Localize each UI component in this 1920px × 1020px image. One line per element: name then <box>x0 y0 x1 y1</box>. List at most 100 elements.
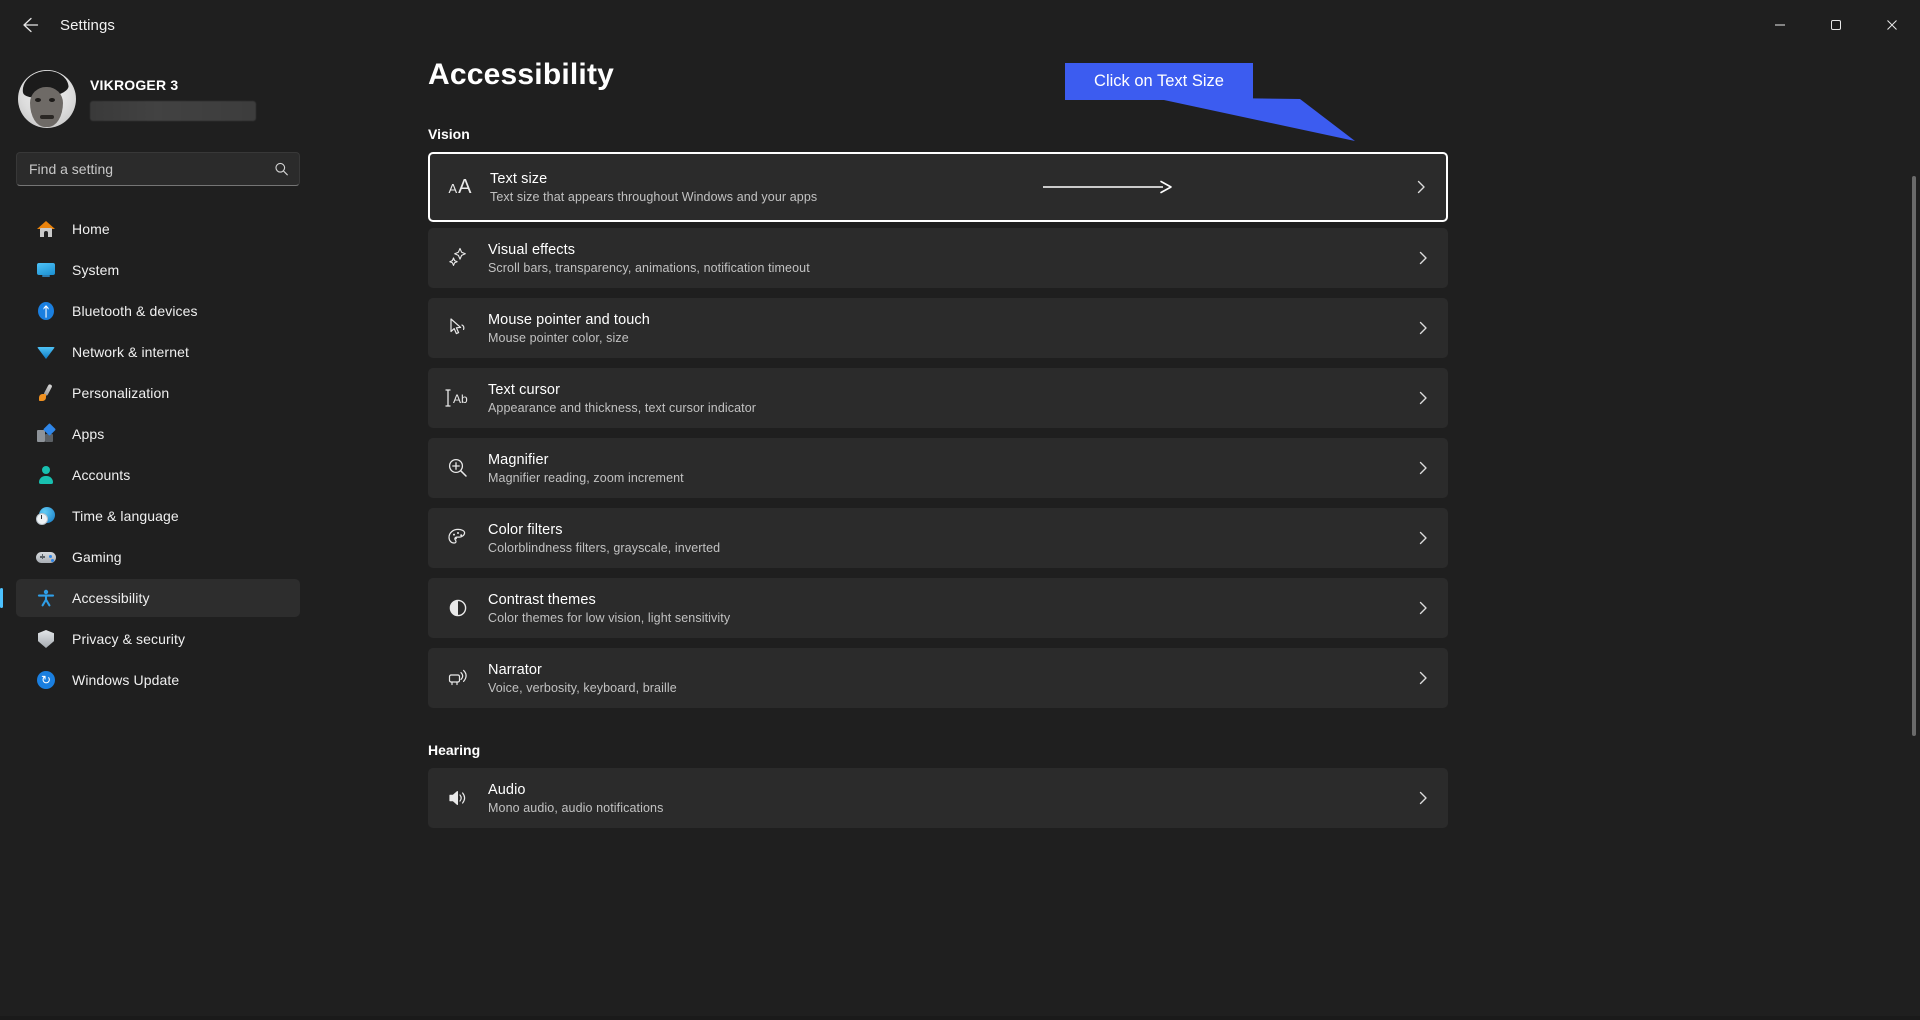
annotation-callout-text: Click on Text Size <box>1094 72 1224 90</box>
card-title: Mouse pointer and touch <box>488 311 650 328</box>
vision-card-list: AA Text size Text size that appears thro… <box>428 152 1448 708</box>
card-title: Visual effects <box>488 241 576 258</box>
card-subtitle: Color themes for low vision, light sensi… <box>488 610 731 625</box>
narrator-icon <box>428 666 488 690</box>
sidebar-item-label: Home <box>72 221 110 237</box>
sidebar-item-network-internet[interactable]: Network & internet <box>16 333 300 371</box>
sidebar-item-privacy-security[interactable]: Privacy & security <box>16 620 300 658</box>
main-content: Accessibility Vision AA Text size Text s… <box>320 50 1920 1020</box>
update-refresh-icon: ↻ <box>36 670 56 690</box>
accessibility-person-icon <box>36 588 56 608</box>
sidebar-item-label: Apps <box>72 426 105 442</box>
sidebar-item-label: Privacy & security <box>72 631 186 647</box>
sidebar-item-gaming[interactable]: Gaming <box>16 538 300 576</box>
minimize-button[interactable] <box>1752 0 1808 50</box>
minimize-icon <box>1775 24 1785 26</box>
setting-card-narrator[interactable]: Narrator Voice, verbosity, keyboard, bra… <box>428 648 1448 708</box>
setting-card-magnifier[interactable]: Magnifier Magnifier reading, zoom increm… <box>428 438 1448 498</box>
card-subtitle: Voice, verbosity, keyboard, braille <box>488 680 677 695</box>
close-button[interactable] <box>1864 0 1920 50</box>
chevron-right-icon[interactable] <box>1416 531 1430 545</box>
search-box[interactable] <box>16 152 300 186</box>
chevron-right-icon[interactable] <box>1416 791 1430 805</box>
sidebar-item-accessibility[interactable]: Accessibility <box>0 579 300 617</box>
hearing-card-list: Audio Mono audio, audio notifications <box>428 768 1448 828</box>
sidebar-item-label: Network & internet <box>72 344 189 360</box>
home-icon <box>36 219 56 239</box>
sidebar-item-windows-update[interactable]: ↻ Windows Update <box>16 661 300 699</box>
setting-card-text-cursor[interactable]: Ab Text cursor Appearance and thickness,… <box>428 368 1448 428</box>
shield-icon <box>36 629 56 649</box>
sidebar-item-system[interactable]: System <box>16 251 300 289</box>
title-bar: Settings <box>0 0 1920 50</box>
sidebar-item-personalization[interactable]: Personalization <box>16 374 300 412</box>
sidebar-item-accounts[interactable]: Accounts <box>16 456 300 494</box>
sidebar-nav: Home System ᛏ Bluetooth & devices Networ… <box>0 210 320 699</box>
sidebar-item-label: Accessibility <box>72 590 150 606</box>
sidebar-item-time-language[interactable]: Time & language <box>16 497 300 535</box>
close-icon <box>1887 20 1897 30</box>
sidebar-item-bluetooth-devices[interactable]: ᛏ Bluetooth & devices <box>16 292 300 330</box>
person-icon <box>36 465 56 485</box>
mouse-pointer-icon <box>428 316 488 340</box>
annotation-pointer-shape <box>1150 95 1370 145</box>
apps-icon <box>36 423 56 444</box>
setting-card-color-filters[interactable]: Color filters Colorblindness filters, gr… <box>428 508 1448 568</box>
card-subtitle: Scroll bars, transparency, animations, n… <box>488 260 810 275</box>
chevron-right-icon[interactable] <box>1416 391 1430 405</box>
setting-card-contrast-themes[interactable]: Contrast themes Color themes for low vis… <box>428 578 1448 638</box>
card-title: Magnifier <box>488 451 549 468</box>
account-email-redacted <box>90 101 256 121</box>
sidebar-item-label: Bluetooth & devices <box>72 303 198 319</box>
chevron-right-icon[interactable] <box>1416 601 1430 615</box>
back-arrow-icon <box>23 17 39 33</box>
chevron-right-icon[interactable] <box>1414 180 1428 194</box>
content-scrollbar[interactable] <box>1911 106 1917 886</box>
setting-card-mouse-pointer-and-touch[interactable]: Mouse pointer and touch Mouse pointer co… <box>428 298 1448 358</box>
window-controls <box>1752 0 1920 50</box>
card-title: Text cursor <box>488 381 561 398</box>
sidebar-item-label: Windows Update <box>72 672 180 688</box>
text-size-aa-icon: AA <box>448 175 472 198</box>
chevron-right-icon[interactable] <box>1416 321 1430 335</box>
setting-card-text-size[interactable]: AA Text size Text size that appears thro… <box>428 152 1448 222</box>
card-title: Narrator <box>488 661 542 678</box>
monitor-icon <box>36 260 56 280</box>
sidebar-item-label: System <box>72 262 120 278</box>
setting-card-audio[interactable]: Audio Mono audio, audio notifications <box>428 768 1448 828</box>
sidebar-item-home[interactable]: Home <box>16 210 300 248</box>
maximize-icon <box>1831 20 1841 30</box>
text-cursor-icon: Ab <box>428 387 488 409</box>
card-subtitle: Mono audio, audio notifications <box>488 800 664 815</box>
bluetooth-icon: ᛏ <box>36 301 56 321</box>
search-icon[interactable] <box>274 162 289 177</box>
sparkles-icon <box>428 246 488 270</box>
sidebar-item-label: Personalization <box>72 385 170 401</box>
sidebar-item-apps[interactable]: Apps <box>16 415 300 453</box>
card-title: Color filters <box>488 521 563 538</box>
gamepad-icon <box>36 547 56 567</box>
sidebar-item-label: Time & language <box>72 508 179 524</box>
card-subtitle: Appearance and thickness, text cursor in… <box>488 400 757 415</box>
setting-card-visual-effects[interactable]: Visual effects Scroll bars, transparency… <box>428 228 1448 288</box>
chevron-right-icon[interactable] <box>1416 671 1430 685</box>
account-name: VIKROGER 3 <box>90 77 179 93</box>
annotation-inner-arrow-icon <box>1042 180 1173 194</box>
speaker-icon <box>428 786 488 810</box>
chevron-right-icon[interactable] <box>1416 461 1430 475</box>
card-subtitle: Text size that appears throughout Window… <box>490 189 818 204</box>
maximize-button[interactable] <box>1808 0 1864 50</box>
palette-icon <box>428 526 488 550</box>
chevron-right-icon[interactable] <box>1416 251 1430 265</box>
back-button[interactable] <box>8 7 52 43</box>
app-title: Settings <box>60 16 115 34</box>
sidebar-item-label: Gaming <box>72 549 122 565</box>
scrollbar-thumb[interactable] <box>1912 176 1916 736</box>
section-heading-hearing: Hearing <box>428 742 481 758</box>
account-block[interactable]: VIKROGER 3 <box>0 50 320 136</box>
sidebar-item-label: Accounts <box>72 467 131 483</box>
search-input[interactable] <box>17 161 299 177</box>
globe-clock-icon <box>36 506 56 526</box>
svg-text:Ab: Ab <box>453 392 468 406</box>
card-title: Text size <box>490 170 548 187</box>
